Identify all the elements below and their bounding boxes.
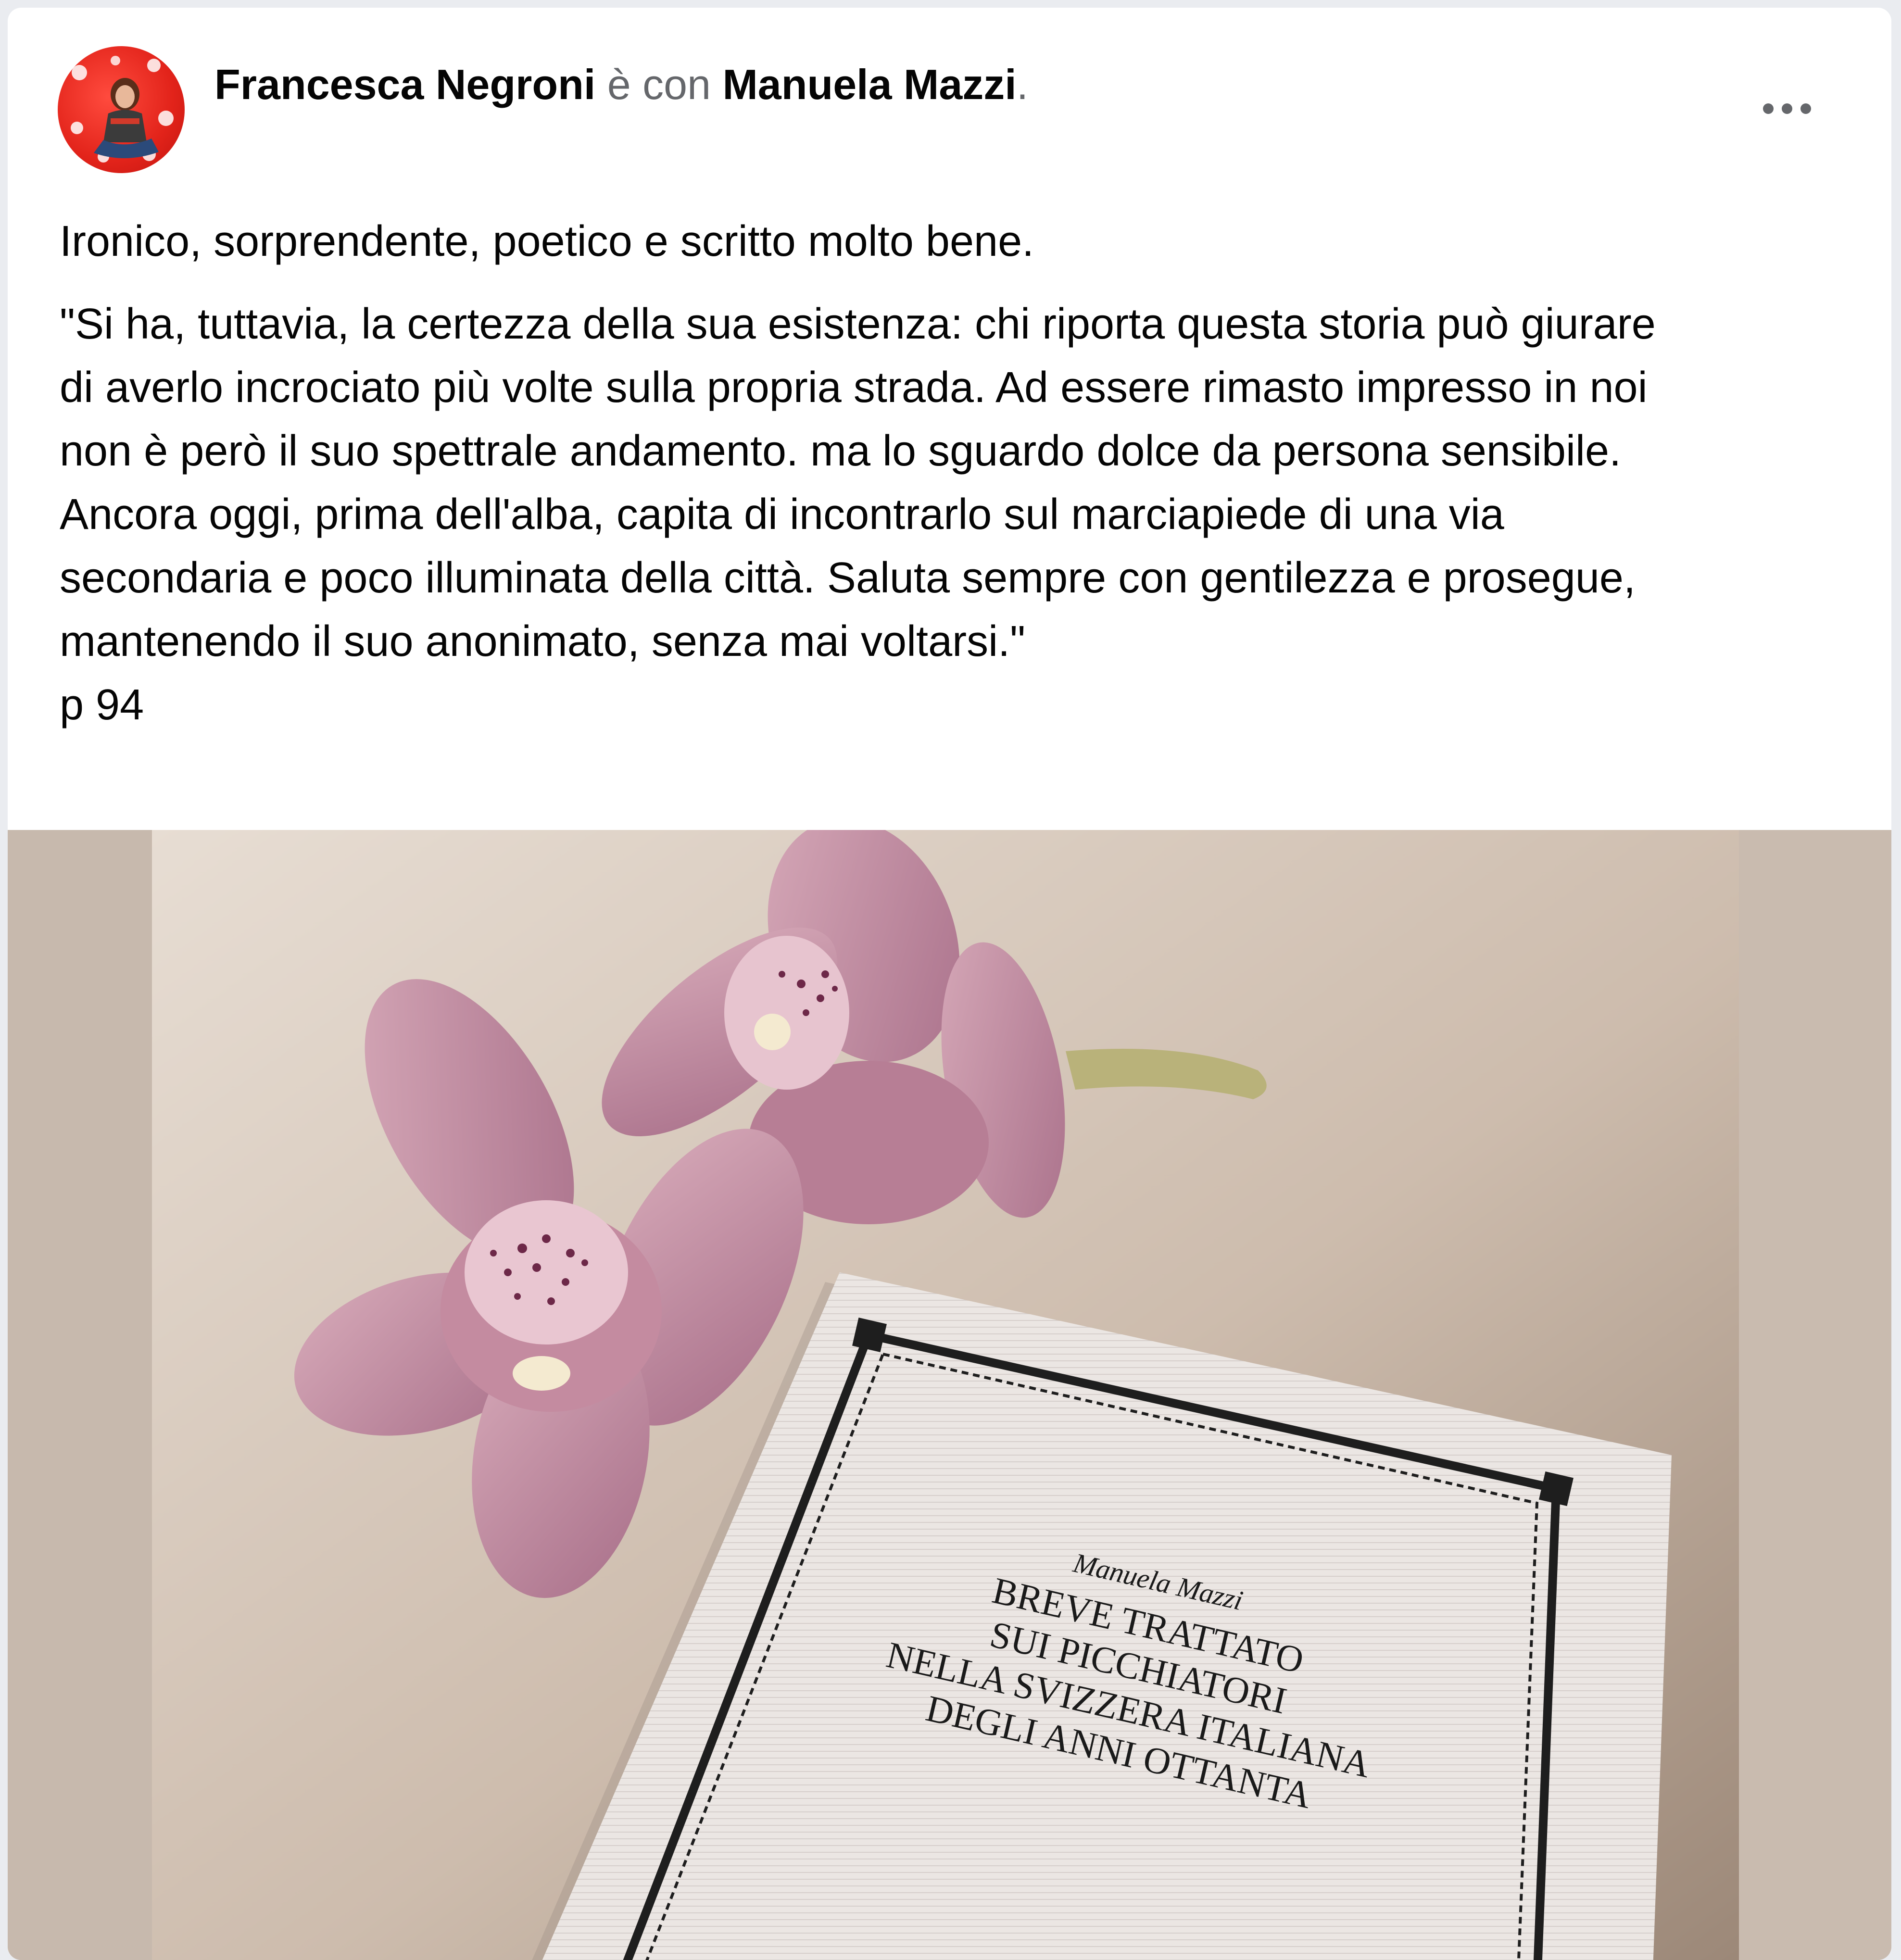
post-header: Francesca Negroni è con Manuela Mazzi.	[214, 56, 1028, 113]
tagged-person-link[interactable]: Manuela Mazzi	[722, 61, 1016, 108]
avatar-image	[71, 56, 174, 163]
photo-image: Manuela Mazzi BREVE TRATTATO SUI PICCHIA…	[8, 830, 1891, 1960]
with-connector: è con	[595, 61, 723, 108]
author-avatar[interactable]	[58, 46, 185, 173]
post-options-button[interactable]	[1753, 85, 1821, 133]
header-period: .	[1016, 61, 1029, 108]
caption-lead: Ironico, sorprendente, poetico e scritto…	[60, 217, 1034, 265]
more-horizontal-icon	[1763, 103, 1811, 114]
post-card: Francesca Negroni è con Manuela Mazzi. I…	[8, 8, 1891, 1960]
caption-quote: "Si ha, tuttavia, la certezza della sua …	[60, 300, 1656, 729]
post-caption: Ironico, sorprendente, poetico e scritto…	[60, 210, 1858, 737]
post-photo[interactable]: Manuela Mazzi BREVE TRATTATO SUI PICCHIA…	[8, 830, 1891, 1960]
author-name-link[interactable]: Francesca Negroni	[214, 61, 595, 108]
